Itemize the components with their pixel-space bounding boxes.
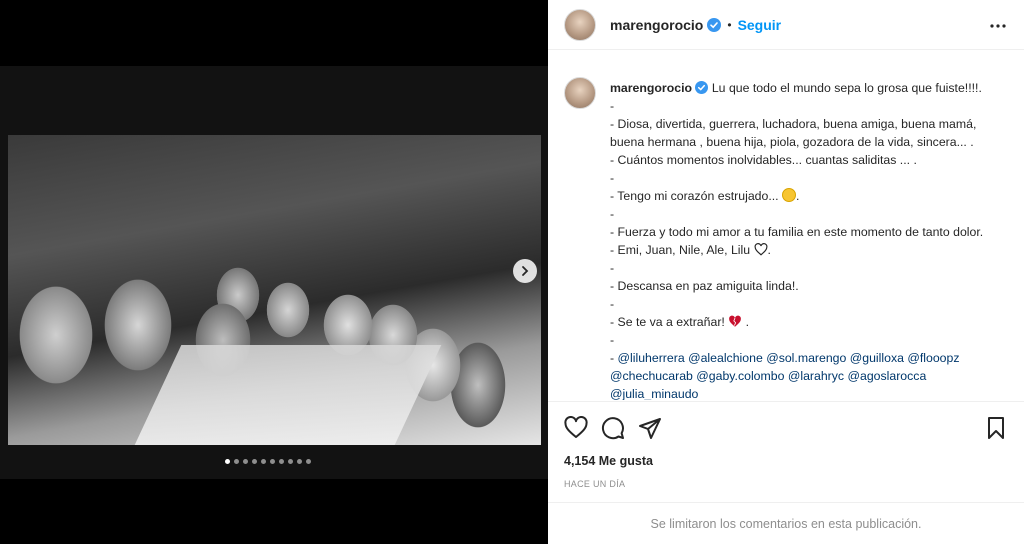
mentions-group[interactable]: @julia_minaudo [610, 385, 1008, 400]
caption-line: - [610, 99, 615, 113]
caption-line: - [610, 171, 615, 185]
carousel-dot [270, 459, 275, 464]
post-photo [8, 135, 541, 445]
save-bookmark-icon[interactable] [984, 416, 1008, 440]
like-heart-icon[interactable] [564, 416, 588, 440]
share-send-icon[interactable] [638, 416, 662, 440]
avatar[interactable] [564, 8, 596, 41]
photo-table-shape [134, 345, 442, 445]
carousel-dot [306, 459, 311, 464]
carousel-dot [234, 459, 239, 464]
caption-line: - [610, 261, 615, 275]
mentions-line: - @liluherrera @alealchione @sol.marengo… [610, 349, 1008, 367]
broken-heart-emoji-icon [729, 315, 742, 327]
comments-disabled-notice: Se limitaron los comentarios en esta pub… [548, 502, 1024, 544]
verified-badge-icon [695, 81, 709, 94]
caption-line: - [610, 297, 615, 311]
carousel-dot [252, 459, 257, 464]
verified-badge-icon [707, 17, 722, 32]
post-side-panel: marengorocio • Seguir marengorocio Lu qu… [548, 0, 1024, 544]
caption-suffix: . [742, 315, 750, 329]
carousel-dot [261, 459, 266, 464]
white-heart-emoji-icon [754, 243, 767, 256]
caption-line: - Tengo mi corazón estrujado... [610, 189, 779, 203]
caption-avatar[interactable] [564, 77, 596, 109]
caption-line-with-broken-heart: - Se te va a extrañar! . [610, 313, 1008, 331]
header-separator: • [727, 17, 732, 32]
caption-row: marengorocio Lu que todo el mundo sepa l… [564, 64, 1008, 400]
carousel-dot [279, 459, 284, 464]
carousel-dots [225, 459, 311, 464]
caption-line: - Fuerza y todo mi amor a tu familia en … [610, 225, 984, 239]
caption-line: Lu que todo el mundo sepa lo grosa que f… [711, 81, 982, 95]
sad-face-emoji-icon [782, 188, 797, 202]
follow-button[interactable]: Seguir [738, 17, 782, 33]
header-username[interactable]: marengorocio [610, 17, 703, 33]
comment-icon[interactable] [601, 416, 625, 440]
post-timestamp[interactable]: HACE UN DÍA [564, 479, 625, 489]
caption-line: - [610, 333, 615, 347]
caption-line: - Descansa en paz amiguita linda!. [610, 279, 799, 293]
caption-text: marengorocio Lu que todo el mundo sepa l… [610, 79, 1008, 400]
caption-username[interactable]: marengorocio [610, 81, 692, 95]
caption-line: - Cuántos momentos inolvidables... cuant… [610, 153, 917, 167]
carousel-dot [243, 459, 248, 464]
caption-first-line: marengorocio Lu que todo el mundo sepa l… [610, 79, 1008, 97]
media-pane [0, 0, 548, 544]
action-bar [548, 401, 1024, 453]
instagram-post-view: marengorocio • Seguir marengorocio Lu qu… [0, 0, 1024, 544]
mention-prefix: - [610, 351, 618, 365]
carousel-dot [225, 459, 230, 464]
caption-line-with-emoji: - Tengo mi corazón estrujado... . [610, 188, 800, 203]
mentions-group[interactable]: @chechucarab @gaby.colombo @larahryc @ag… [610, 367, 1008, 385]
caption-line-with-heart: - Emi, Juan, Nile, Ale, Lilu . [610, 243, 771, 257]
caption-scroll-area[interactable]: marengorocio Lu que todo el mundo sepa l… [548, 64, 1024, 400]
caption-line: - Diosa, divertida, guerrera, luchadora,… [610, 117, 980, 149]
carousel-dot [288, 459, 293, 464]
caption-line: - [610, 207, 615, 221]
caption-line: - Emi, Juan, Nile, Ale, Lilu [610, 243, 751, 257]
post-header: marengorocio • Seguir [548, 0, 1024, 50]
chevron-right-icon [522, 266, 529, 276]
caption-line: - Se te va a extrañar! [610, 315, 725, 329]
more-options-icon[interactable] [988, 16, 1008, 36]
likes-count[interactable]: 4,154 Me gusta [564, 454, 653, 468]
next-slide-button[interactable] [513, 259, 537, 283]
mentions-group[interactable]: @liluherrera @alealchione @sol.marengo @… [618, 351, 960, 365]
carousel-dot [297, 459, 302, 464]
